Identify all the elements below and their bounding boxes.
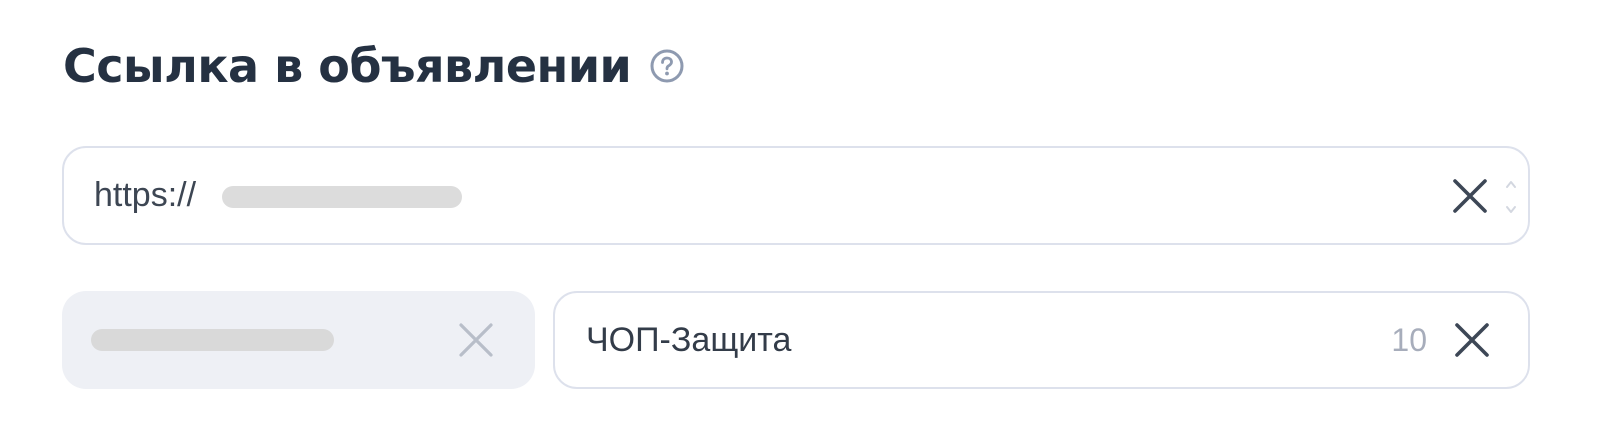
section-title: Ссылка в объявлении [63,39,632,93]
display-link-value: ЧОП-Защита [586,320,792,359]
domain-input[interactable] [62,291,535,389]
domain-redacted-value [91,329,334,351]
close-icon[interactable] [456,320,496,360]
url-redacted-value [222,186,462,208]
display-link-input[interactable]: ЧОП-Защита 10 [553,291,1530,389]
close-icon[interactable] [1452,320,1492,360]
section-heading: Ссылка в объявлении [63,34,685,98]
url-prefix: https:// [94,176,197,214]
ad-link-section: Ссылка в объявлении https:// ЧОП-Защита … [0,0,1608,432]
url-input[interactable]: https:// [62,146,1530,245]
spinner-arrows-icon[interactable] [1504,178,1518,216]
char-counter: 10 [1391,321,1427,358]
close-icon[interactable] [1450,176,1490,216]
question-circle-icon[interactable] [649,48,685,84]
